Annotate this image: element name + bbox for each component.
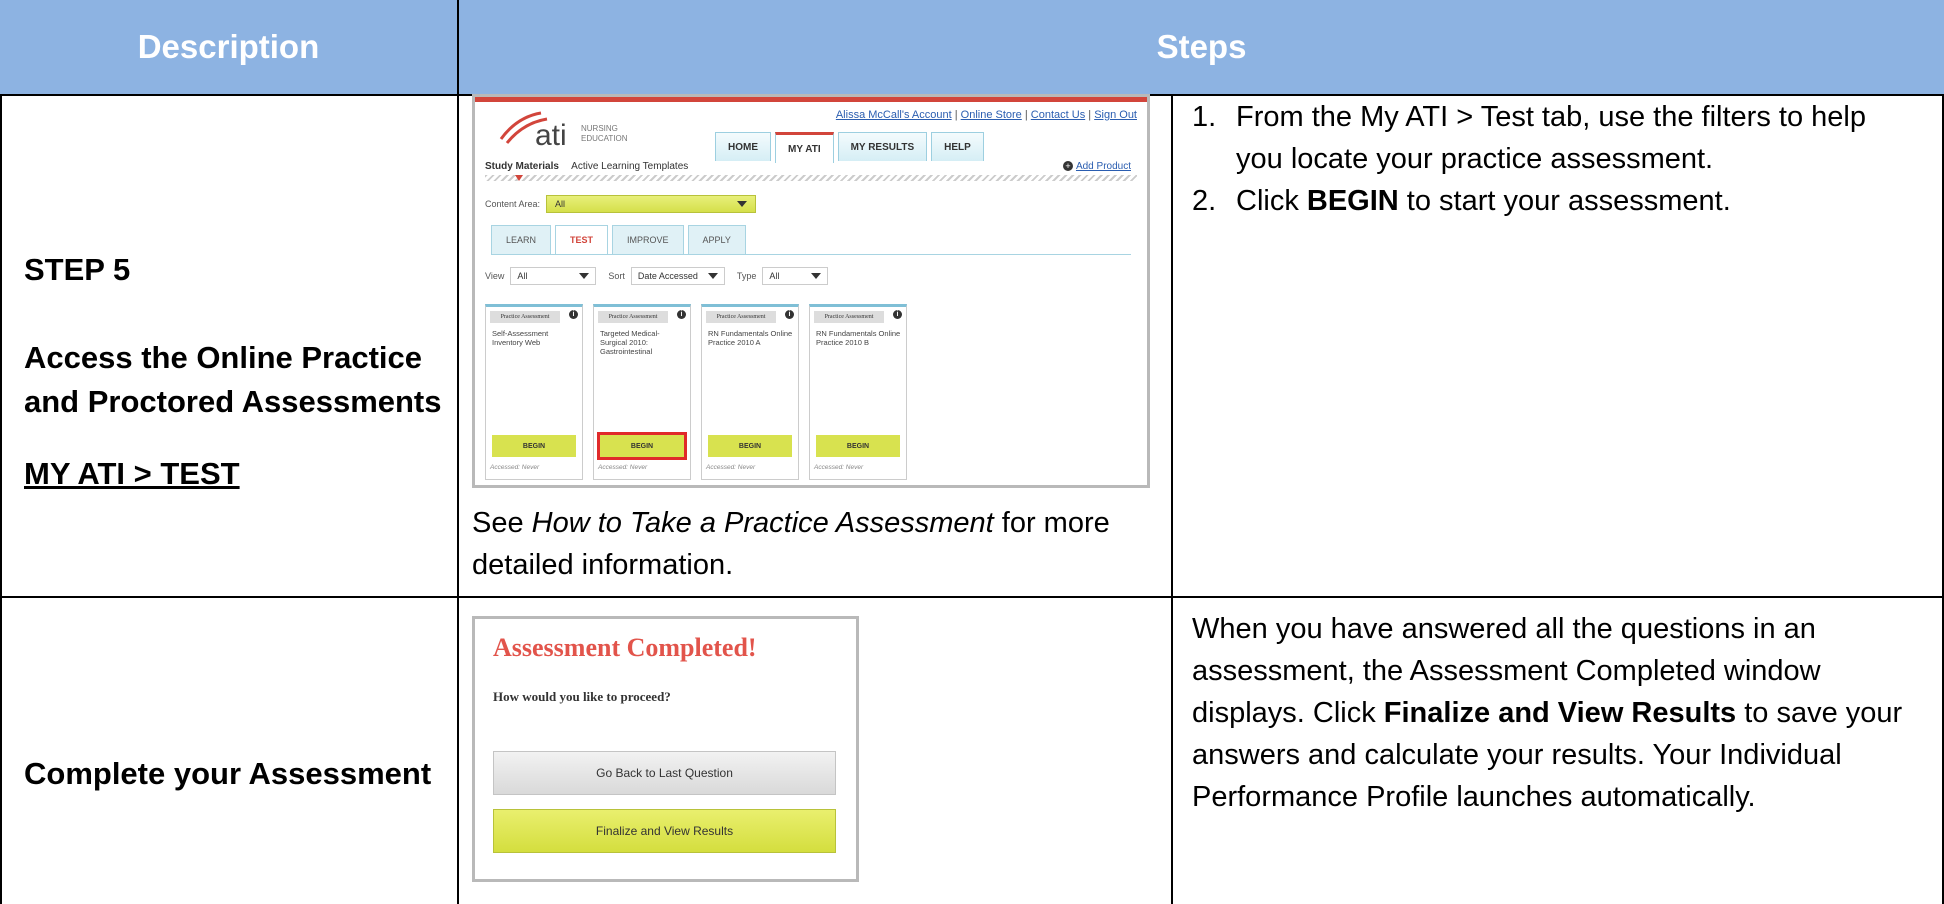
tab-improve[interactable]: IMPROVE	[612, 225, 684, 254]
list-item: 1. From the My ATI > Test tab, use the f…	[1192, 101, 1866, 175]
assessment-card: Practice Assessment i RN Fundamentals On…	[809, 304, 907, 480]
view-select[interactable]: All	[510, 267, 597, 285]
subnav-active-learning[interactable]: Active Learning Templates	[571, 161, 688, 172]
steps-list: 1. From the My ATI > Test tab, use the f…	[1192, 96, 1932, 222]
card-title: Self-Assessment Inventory Web	[492, 329, 549, 347]
list-item: 2. Click BEGIN to start your assessment.	[1192, 185, 1731, 217]
subnav-study-materials[interactable]: Study Materials	[485, 161, 559, 172]
begin-button[interactable]: BEGIN	[492, 435, 576, 457]
tab-help[interactable]: HELP	[931, 132, 984, 161]
chevron-down-icon	[737, 201, 748, 207]
card-tag: Practice Assessment	[814, 311, 884, 323]
assessment-completed-dialog: Assessment Completed! How would you like…	[472, 616, 859, 882]
instruction-table: Description Steps STEP 5 Access the Onli…	[0, 0, 1944, 904]
note-title: How to Take a Practice Assessment	[531, 507, 994, 539]
chevron-down-icon	[579, 273, 590, 279]
accent-bar	[475, 97, 1147, 102]
begin-button[interactable]: BEGIN	[816, 435, 900, 457]
account-links: Alissa McCall's Account | Online Store |…	[835, 109, 1137, 121]
divider-stripe	[485, 175, 1137, 181]
card-accessed: Accessed: Never	[706, 464, 756, 471]
card-tag: Practice Assessment	[490, 311, 560, 323]
info-icon[interactable]: i	[893, 310, 902, 319]
info-icon[interactable]: i	[569, 310, 578, 319]
tab-home[interactable]: HOME	[715, 132, 771, 161]
tab-apply[interactable]: APPLY	[687, 225, 746, 254]
note-text: See How to Take a Practice Assessment fo…	[472, 507, 1110, 581]
info-icon[interactable]: i	[785, 310, 794, 319]
card-title: RN Fundamentals Online Practice 2010 A	[708, 329, 793, 347]
sub-nav: Study Materials Active Learning Template…	[485, 161, 688, 172]
assessment-cards: Practice Assessment i Self-Assessment In…	[485, 304, 907, 480]
ati-logo: ati NURSING EDUCATION	[497, 107, 657, 153]
finalize-results-button[interactable]: Finalize and View Results	[493, 809, 836, 853]
sort-select[interactable]: Date Accessed	[630, 267, 725, 285]
tab-my-ati[interactable]: MY ATI	[775, 132, 834, 163]
completion-text: When you have answered all the questions…	[1192, 613, 1903, 813]
column-divider	[1171, 94, 1173, 904]
indicator-triangle	[515, 175, 523, 181]
logo-text: ati	[535, 119, 567, 152]
card-accessed: Accessed: Never	[598, 464, 648, 471]
go-back-button[interactable]: Go Back to Last Question	[493, 751, 836, 795]
ati-screenshot: ati NURSING EDUCATION Alissa McCall's Ac…	[472, 94, 1150, 488]
tab-my-results[interactable]: MY RESULTS	[837, 132, 928, 161]
content-area-select[interactable]: All	[546, 195, 757, 213]
assessment-card: Practice Assessment i Self-Assessment In…	[485, 304, 583, 480]
dialog-question: How would you like to proceed?	[493, 689, 671, 704]
assessment-card: Practice Assessment i Targeted Medical-S…	[593, 304, 691, 480]
filter-bar: View All Sort Date Accessed Type All	[485, 267, 829, 285]
info-icon[interactable]: i	[677, 310, 686, 319]
row-heading-line1: Access the Online Practice	[24, 340, 423, 375]
sign-out-link[interactable]: Sign Out	[1094, 109, 1137, 121]
header-description: Description	[0, 0, 457, 94]
row-divider	[0, 596, 1944, 598]
chevron-down-icon	[811, 273, 822, 279]
dialog-title: Assessment Completed!	[493, 633, 757, 662]
add-product-link[interactable]: + Add Product	[1062, 161, 1131, 172]
breadcrumb-link[interactable]: MY ATI > TEST	[24, 456, 240, 492]
type-select[interactable]: All	[762, 267, 829, 285]
contact-us-link[interactable]: Contact Us	[1031, 109, 1085, 121]
tab-learn[interactable]: LEARN	[491, 225, 552, 254]
tab-test[interactable]: TEST	[555, 225, 609, 254]
chevron-down-icon	[707, 273, 718, 279]
row-heading: Complete your Assessment	[24, 756, 432, 791]
row-heading-line2: and Proctored Assessments	[24, 384, 442, 419]
card-title: RN Fundamentals Online Practice 2010 B	[816, 329, 901, 347]
svg-text:NURSING: NURSING	[581, 124, 618, 133]
left-border	[0, 94, 2, 904]
content-area-filter: Content Area: All	[485, 195, 757, 213]
account-link[interactable]: Alissa McCall's Account	[836, 109, 952, 121]
assessment-card: Practice Assessment i RN Fundamentals On…	[701, 304, 799, 480]
svg-text:EDUCATION: EDUCATION	[581, 134, 628, 143]
main-nav: HOME MY ATI MY RESULTS HELP	[715, 132, 984, 163]
card-tag: Practice Assessment	[598, 311, 668, 323]
column-divider	[457, 0, 459, 904]
begin-button[interactable]: BEGIN	[708, 435, 792, 457]
card-title: Targeted Medical-Surgical 2010: Gastroin…	[600, 329, 660, 356]
card-accessed: Accessed: Never	[490, 464, 540, 471]
plus-icon: +	[1062, 161, 1073, 172]
card-accessed: Accessed: Never	[814, 464, 864, 471]
online-store-link[interactable]: Online Store	[961, 109, 1022, 121]
header-steps: Steps	[459, 0, 1944, 94]
begin-button-highlighted[interactable]: BEGIN	[597, 432, 687, 460]
section-tabs: LEARN TEST IMPROVE APPLY	[491, 225, 746, 254]
step-label: STEP 5	[24, 252, 131, 287]
card-tag: Practice Assessment	[706, 311, 776, 323]
